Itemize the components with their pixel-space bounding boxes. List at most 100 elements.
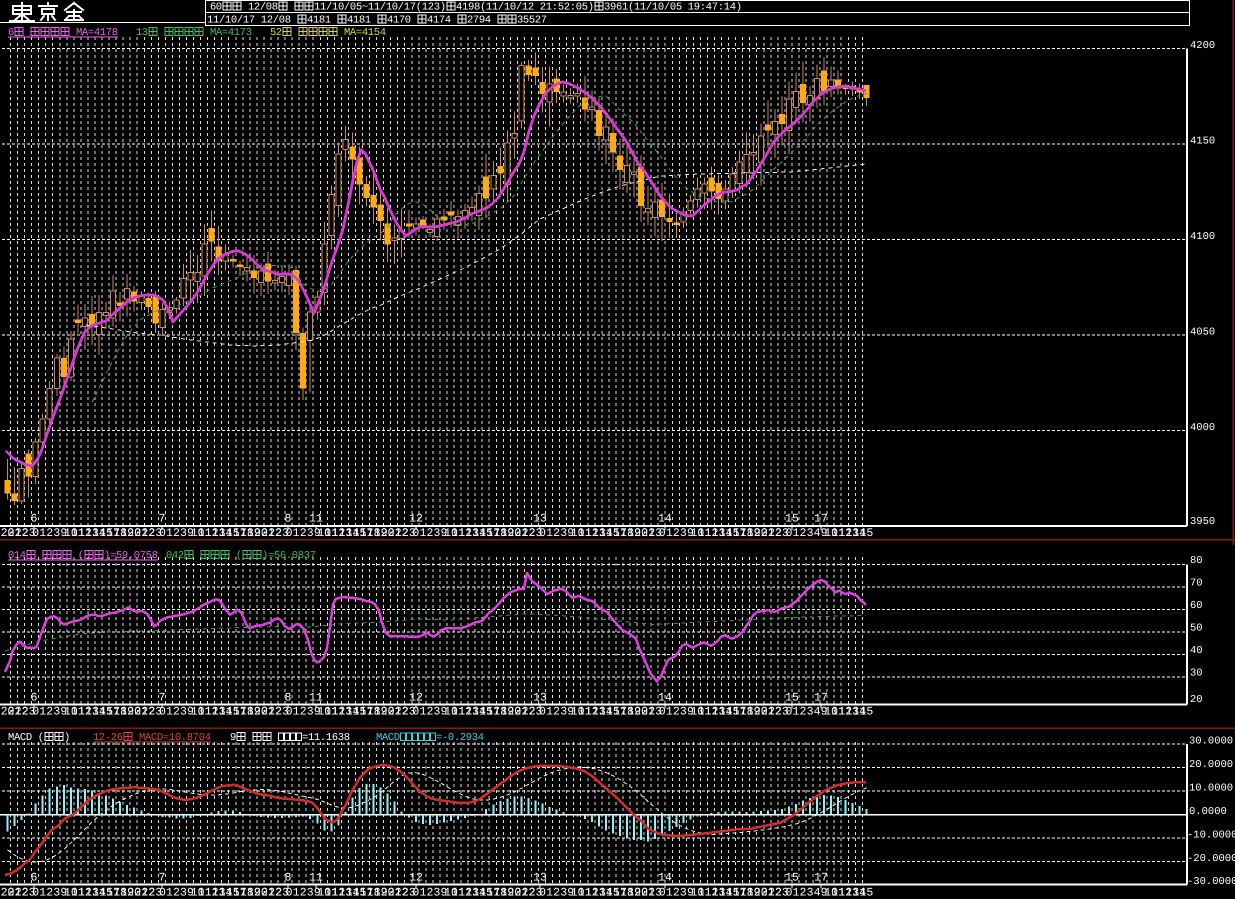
svg-text:2: 2 bbox=[46, 527, 53, 540]
svg-text:(: ( bbox=[230, 550, 242, 562]
svg-text:0: 0 bbox=[286, 887, 293, 899]
svg-text:1: 1 bbox=[293, 527, 300, 540]
svg-text:3: 3 bbox=[307, 527, 314, 540]
svg-text:35527: 35527 bbox=[517, 15, 547, 27]
svg-text:15: 15 bbox=[785, 872, 799, 885]
svg-text:2: 2 bbox=[173, 706, 180, 719]
svg-text:15: 15 bbox=[859, 887, 873, 899]
svg-text:6: 6 bbox=[31, 692, 38, 705]
svg-text:0: 0 bbox=[286, 527, 293, 540]
svg-text:0: 0 bbox=[539, 887, 546, 899]
svg-text:17: 17 bbox=[814, 513, 828, 526]
svg-text:12: 12 bbox=[409, 692, 423, 705]
svg-text:3950: 3950 bbox=[1190, 516, 1215, 528]
svg-text:1: 1 bbox=[793, 887, 800, 899]
svg-text:60: 60 bbox=[210, 2, 222, 14]
svg-text:3: 3 bbox=[560, 706, 567, 719]
svg-text:0.0000: 0.0000 bbox=[1189, 806, 1227, 818]
svg-text:20: 20 bbox=[1190, 694, 1203, 706]
svg-text:2: 2 bbox=[673, 706, 680, 719]
svg-text:2: 2 bbox=[173, 887, 180, 899]
svg-text:2: 2 bbox=[553, 527, 560, 540]
svg-text:4200: 4200 bbox=[1190, 40, 1215, 52]
svg-text:8: 8 bbox=[285, 692, 292, 705]
svg-text:50: 50 bbox=[1190, 622, 1203, 634]
svg-text:11: 11 bbox=[309, 692, 323, 705]
svg-text:0: 0 bbox=[539, 527, 546, 540]
svg-text:1: 1 bbox=[546, 887, 553, 899]
svg-text:12: 12 bbox=[409, 513, 423, 526]
svg-text:2794: 2794 bbox=[467, 15, 497, 27]
svg-text:MA=4173: MA=4173 bbox=[204, 27, 252, 39]
svg-text:70: 70 bbox=[1190, 577, 1203, 589]
svg-text:3: 3 bbox=[433, 527, 440, 540]
svg-text:3: 3 bbox=[53, 887, 60, 899]
svg-text:MA=4154: MA=4154 bbox=[338, 27, 386, 39]
svg-text:2: 2 bbox=[426, 706, 433, 719]
svg-text:9: 9 bbox=[230, 732, 236, 744]
svg-text:2: 2 bbox=[800, 527, 807, 540]
svg-text:3: 3 bbox=[433, 887, 440, 899]
svg-text:2: 2 bbox=[800, 706, 807, 719]
svg-text:1: 1 bbox=[419, 887, 426, 899]
svg-text:MACD: MACD bbox=[376, 732, 400, 744]
svg-text:20.0000: 20.0000 bbox=[1189, 759, 1233, 771]
svg-text:17: 17 bbox=[814, 872, 828, 885]
svg-text:1: 1 bbox=[666, 887, 673, 899]
svg-text:=11.1638: =11.1638 bbox=[302, 732, 350, 744]
svg-text:3: 3 bbox=[807, 887, 814, 899]
svg-text:40: 40 bbox=[1190, 645, 1203, 657]
svg-text:4181: 4181 bbox=[347, 15, 377, 27]
svg-text:1: 1 bbox=[419, 706, 426, 719]
svg-text:30: 30 bbox=[1190, 667, 1203, 679]
svg-text:8: 8 bbox=[285, 872, 292, 885]
svg-text:13: 13 bbox=[533, 513, 547, 526]
svg-text:-30.0000: -30.0000 bbox=[1187, 876, 1235, 888]
svg-text:2: 2 bbox=[300, 887, 307, 899]
svg-text:-20.0000: -20.0000 bbox=[1187, 853, 1235, 865]
svg-text:0: 0 bbox=[412, 887, 419, 899]
svg-text:6: 6 bbox=[31, 513, 38, 526]
svg-text:52: 52 bbox=[270, 27, 282, 39]
svg-text:0: 0 bbox=[659, 706, 666, 719]
svg-text:)=56.0837: )=56.0837 bbox=[262, 550, 316, 562]
svg-text:1: 1 bbox=[546, 527, 553, 540]
svg-text:8: 8 bbox=[285, 513, 292, 526]
svg-text:0: 0 bbox=[32, 706, 39, 719]
svg-text:1: 1 bbox=[793, 527, 800, 540]
svg-text:4000: 4000 bbox=[1190, 422, 1215, 434]
svg-text:2: 2 bbox=[173, 527, 180, 540]
svg-text:3: 3 bbox=[560, 887, 567, 899]
svg-text:80: 80 bbox=[1190, 555, 1203, 567]
svg-text:30.0000: 30.0000 bbox=[1189, 735, 1233, 747]
svg-text:-10.0000: -10.0000 bbox=[1187, 829, 1235, 841]
svg-text:15: 15 bbox=[859, 527, 873, 540]
svg-text:3: 3 bbox=[680, 887, 687, 899]
svg-text:3: 3 bbox=[53, 527, 60, 540]
svg-text:60: 60 bbox=[1190, 600, 1203, 612]
svg-text:2: 2 bbox=[673, 527, 680, 540]
svg-text:0: 0 bbox=[785, 887, 792, 899]
svg-text:3: 3 bbox=[307, 706, 314, 719]
svg-text:12: 12 bbox=[409, 872, 423, 885]
svg-text:3: 3 bbox=[180, 887, 187, 899]
svg-text:15: 15 bbox=[859, 706, 873, 719]
svg-text:4198(11/10/12 21:52:05): 4198(11/10/12 21:52:05) bbox=[456, 2, 594, 14]
svg-text:0: 0 bbox=[412, 706, 419, 719]
svg-text:0: 0 bbox=[539, 706, 546, 719]
svg-text:3: 3 bbox=[53, 706, 60, 719]
svg-text:4: 4 bbox=[814, 887, 821, 899]
svg-text:0: 0 bbox=[32, 887, 39, 899]
svg-text:0: 0 bbox=[659, 887, 666, 899]
svg-text:4174: 4174 bbox=[427, 15, 457, 27]
svg-text:7: 7 bbox=[159, 513, 166, 526]
svg-text:1: 1 bbox=[419, 527, 426, 540]
svg-text:4150: 4150 bbox=[1190, 136, 1215, 148]
svg-text:2: 2 bbox=[300, 706, 307, 719]
svg-text:10.0000: 10.0000 bbox=[1189, 782, 1233, 794]
svg-text:7: 7 bbox=[159, 872, 166, 885]
svg-text:14: 14 bbox=[658, 872, 672, 885]
svg-text:1: 1 bbox=[166, 887, 173, 899]
svg-text:0: 0 bbox=[785, 706, 792, 719]
svg-text:1: 1 bbox=[793, 706, 800, 719]
